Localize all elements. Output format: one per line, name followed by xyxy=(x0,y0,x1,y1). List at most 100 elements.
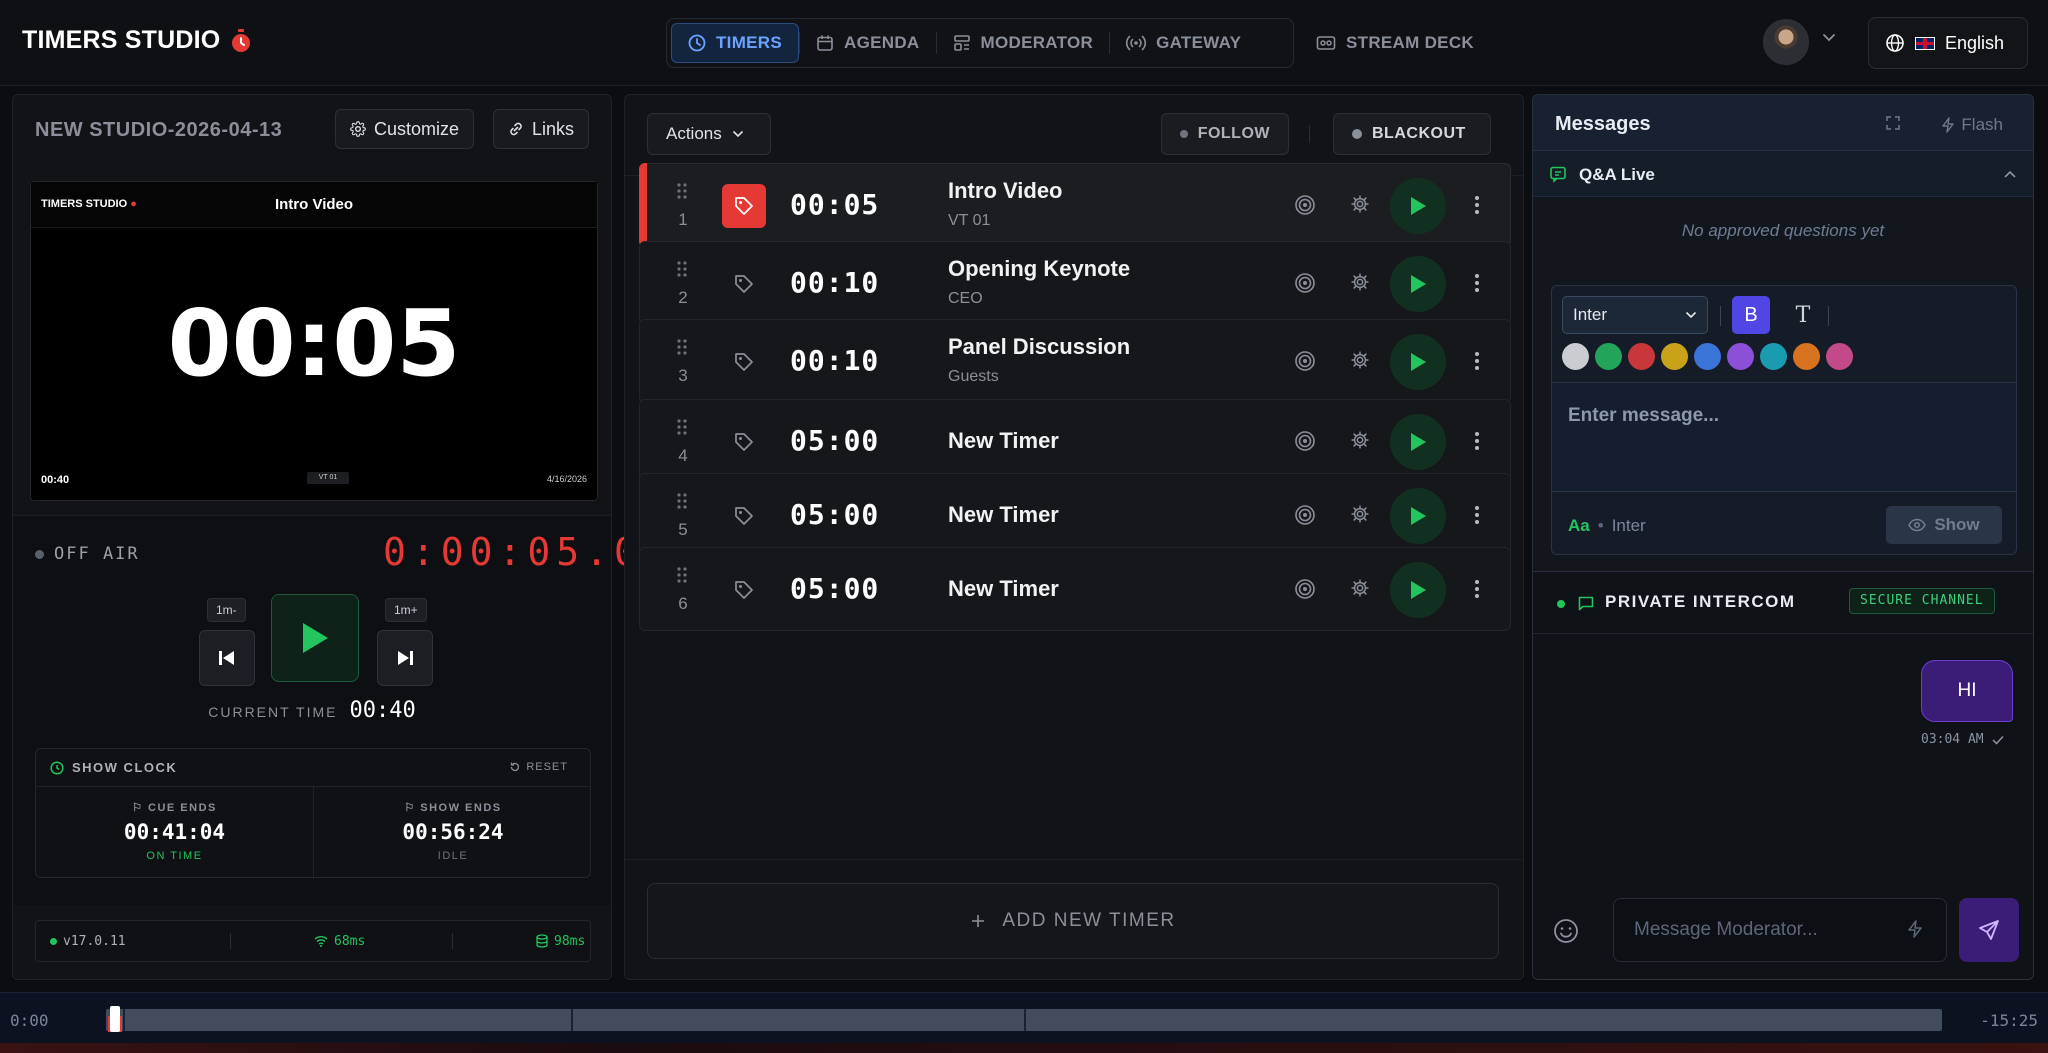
avatar[interactable] xyxy=(1763,19,1809,65)
message-textarea[interactable]: Enter message... xyxy=(1552,382,2016,492)
color-swatch[interactable] xyxy=(1793,343,1820,370)
more-vertical-icon[interactable] xyxy=(1474,504,1480,526)
more-vertical-icon[interactable] xyxy=(1474,350,1480,372)
color-swatch[interactable] xyxy=(1595,343,1622,370)
color-swatch[interactable] xyxy=(1760,343,1787,370)
timer-row[interactable]: 3 00:10 Panel Discussion Guests xyxy=(639,319,1511,403)
target-icon[interactable] xyxy=(1294,350,1316,372)
language-selector[interactable]: English xyxy=(1868,17,2028,69)
gear-icon[interactable] xyxy=(1350,504,1370,524)
gear-icon[interactable] xyxy=(1350,350,1370,370)
show-message-button[interactable]: Show xyxy=(1886,506,2002,544)
font-select-value: Inter xyxy=(1573,305,1608,324)
actions-dropdown[interactable]: Actions xyxy=(647,113,771,155)
drag-handle-icon[interactable] xyxy=(676,418,688,436)
message-square-icon xyxy=(1577,594,1595,612)
transport-controls: OFF AIR 0:00:05.0 1m- 1m+ CURRENT TIME 0… xyxy=(13,515,637,905)
timer-play-button[interactable] xyxy=(1390,178,1446,234)
tag-icon[interactable] xyxy=(722,262,766,306)
moderator-message-input[interactable] xyxy=(1613,898,1947,962)
color-swatch[interactable] xyxy=(1694,343,1721,370)
cue-status: ON TIME xyxy=(146,850,203,862)
connection-dot xyxy=(50,937,57,945)
timer-duration: 05:00 xyxy=(790,572,880,605)
color-swatch[interactable] xyxy=(1628,343,1655,370)
brand[interactable]: TIMERS STUDIO xyxy=(22,26,252,55)
qa-section-header[interactable]: Q&A Live xyxy=(1533,151,2033,197)
font-select[interactable]: Inter xyxy=(1562,296,1708,334)
tag-icon[interactable] xyxy=(722,184,766,228)
layout-icon xyxy=(953,34,971,52)
timer-row[interactable]: 1 00:05 Intro Video VT 01 xyxy=(639,163,1511,247)
color-swatch[interactable] xyxy=(1661,343,1688,370)
timer-play-button[interactable] xyxy=(1390,256,1446,312)
customize-button[interactable]: Customize xyxy=(335,109,475,149)
drag-handle-icon[interactable] xyxy=(676,338,688,356)
gear-icon[interactable] xyxy=(1350,272,1370,292)
divider xyxy=(230,933,231,949)
timer-play-button[interactable] xyxy=(1390,562,1446,618)
drag-handle-icon[interactable] xyxy=(676,182,688,200)
previous-cue-button[interactable] xyxy=(199,630,255,686)
timer-row[interactable]: 6 05:00 New Timer xyxy=(639,547,1511,631)
reset-button[interactable]: RESET xyxy=(509,761,568,773)
play-icon xyxy=(1409,580,1427,600)
links-button[interactable]: Links xyxy=(493,109,590,149)
chevron-down-icon[interactable] xyxy=(1822,33,1836,43)
follow-button[interactable]: FOLLOW xyxy=(1161,113,1289,155)
more-vertical-icon[interactable] xyxy=(1474,194,1480,216)
chevron-up-icon[interactable] xyxy=(2003,169,2017,179)
gear-icon[interactable] xyxy=(1350,430,1370,450)
color-swatch[interactable] xyxy=(1727,343,1754,370)
timer-row[interactable]: 4 05:00 New Timer xyxy=(639,399,1511,483)
add-timer-button[interactable]: ADD NEW TIMER xyxy=(647,883,1499,959)
drag-handle-icon[interactable] xyxy=(676,566,688,584)
target-icon[interactable] xyxy=(1294,430,1316,452)
color-swatch[interactable] xyxy=(1562,343,1589,370)
blackout-label: BLACKOUT xyxy=(1372,125,1466,142)
gear-icon[interactable] xyxy=(1350,194,1370,214)
expand-icon[interactable] xyxy=(1885,115,1901,131)
target-icon[interactable] xyxy=(1294,578,1316,600)
output-preview[interactable]: TIMERS STUDIO ● Intro Video 00:05 00:40 … xyxy=(30,181,598,501)
target-icon[interactable] xyxy=(1294,504,1316,526)
flash-button[interactable]: Flash xyxy=(1941,115,2003,135)
tab-gateway[interactable]: GATEWAY xyxy=(1110,23,1257,63)
play-button[interactable] xyxy=(271,594,359,682)
blackout-button[interactable]: BLACKOUT xyxy=(1333,113,1491,155)
timeline-playhead[interactable] xyxy=(110,1006,120,1032)
bolt-icon[interactable] xyxy=(1907,920,1923,938)
db-latency-value: 98ms xyxy=(554,933,586,949)
timeline-track[interactable] xyxy=(106,1009,1942,1031)
tab-stream-deck[interactable]: STREAM DECK xyxy=(1300,23,1490,63)
tab-moderator-label: MODERATOR xyxy=(980,33,1094,52)
tab-timers[interactable]: TIMERS xyxy=(671,23,800,63)
qa-empty-state: No approved questions yet xyxy=(1681,221,1885,240)
timer-row[interactable]: 5 05:00 New Timer xyxy=(639,473,1511,557)
drag-handle-icon[interactable] xyxy=(676,492,688,510)
tag-icon[interactable] xyxy=(722,420,766,464)
gear-icon[interactable] xyxy=(1350,578,1370,598)
more-vertical-icon[interactable] xyxy=(1474,272,1480,294)
timer-row[interactable]: 2 00:10 Opening Keynote CEO xyxy=(639,241,1511,325)
target-icon[interactable] xyxy=(1294,272,1316,294)
tag-icon[interactable] xyxy=(722,568,766,612)
more-vertical-icon[interactable] xyxy=(1474,578,1480,600)
color-swatch[interactable] xyxy=(1826,343,1853,370)
send-button[interactable] xyxy=(1959,898,2019,962)
drag-handle-icon[interactable] xyxy=(676,260,688,278)
timer-play-button[interactable] xyxy=(1390,488,1446,544)
timer-play-button[interactable] xyxy=(1390,414,1446,470)
tag-icon[interactable] xyxy=(722,494,766,538)
tag-icon[interactable] xyxy=(722,340,766,384)
text-style-toggle[interactable]: T xyxy=(1784,296,1822,334)
tab-agenda[interactable]: AGENDA xyxy=(800,23,935,63)
next-cue-button[interactable] xyxy=(377,630,433,686)
timer-play-button[interactable] xyxy=(1390,334,1446,390)
emoji-icon[interactable] xyxy=(1553,918,1579,944)
target-icon[interactable] xyxy=(1294,194,1316,216)
tab-moderator[interactable]: MODERATOR xyxy=(937,23,1110,63)
more-vertical-icon[interactable] xyxy=(1474,430,1480,452)
bold-toggle[interactable]: B xyxy=(1732,296,1770,334)
timer-subtitle: CEO xyxy=(948,290,983,307)
